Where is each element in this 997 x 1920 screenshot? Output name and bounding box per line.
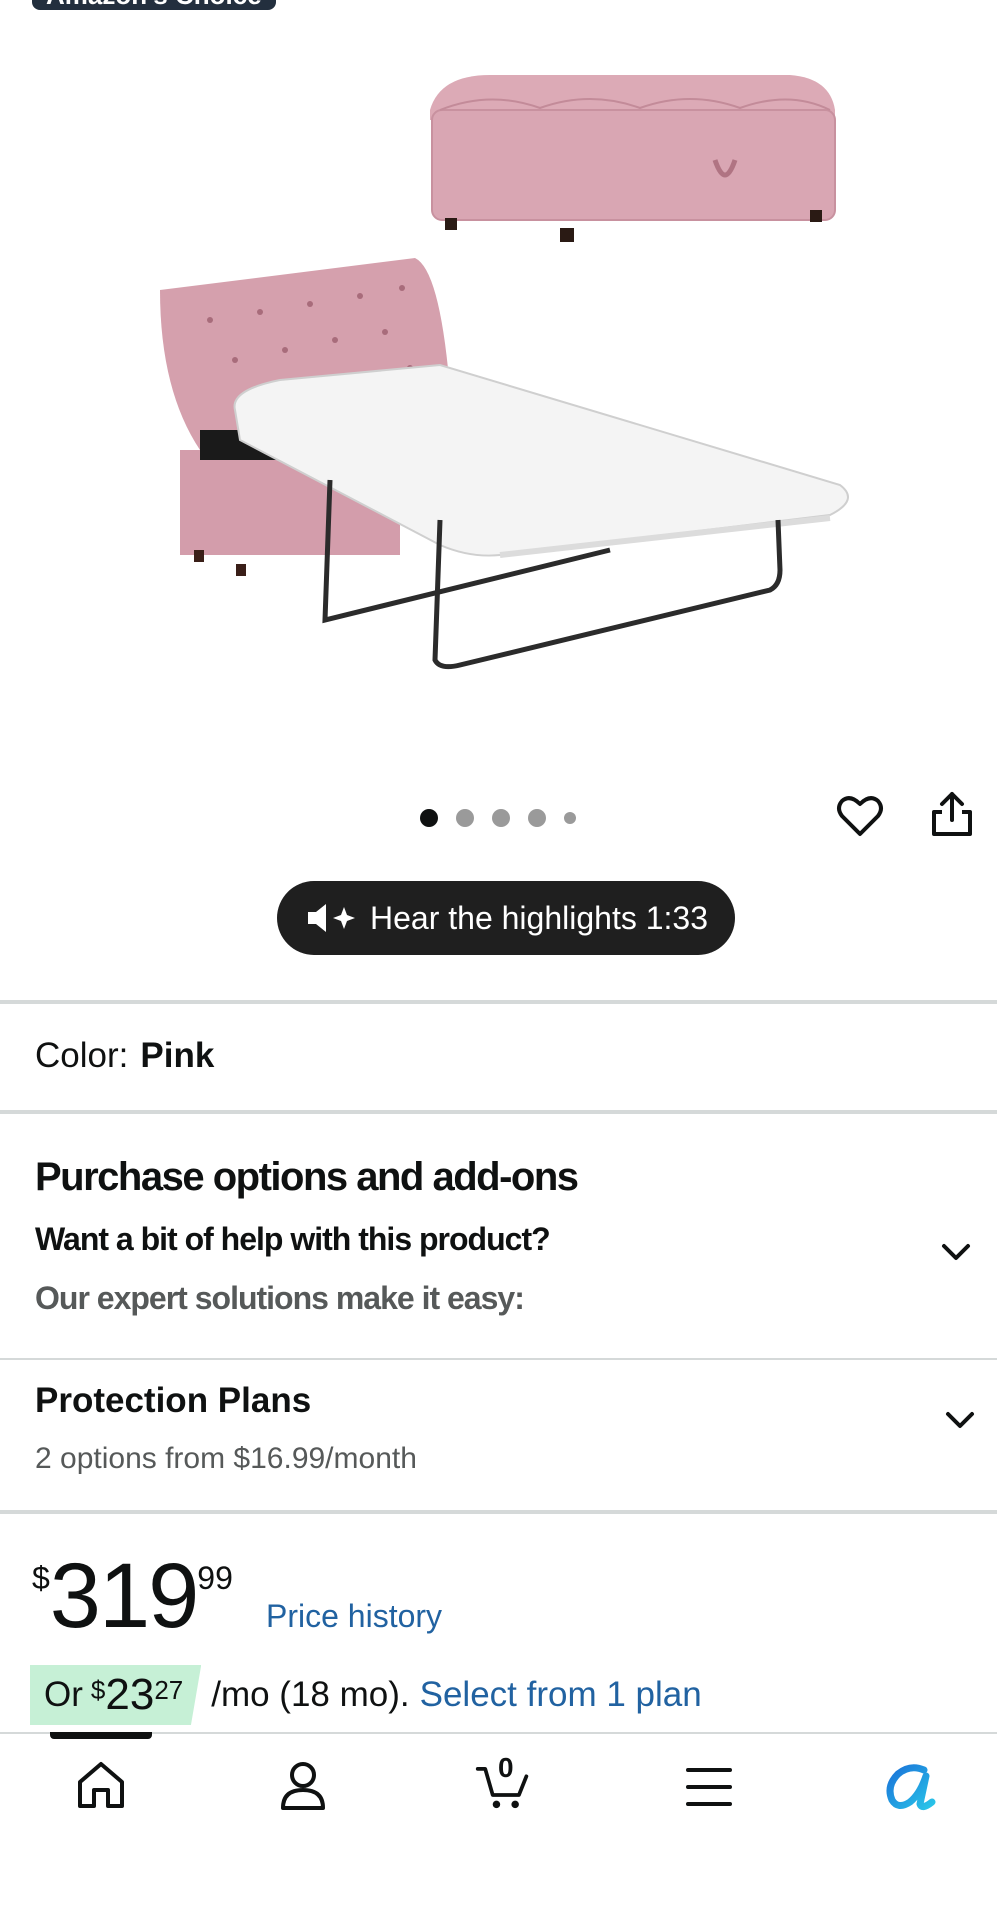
price: $ 319 99	[32, 1550, 233, 1642]
chevron-down-icon[interactable]	[940, 1400, 980, 1440]
rufus-icon[interactable]	[880, 1756, 938, 1814]
amazons-choice-badge: Amazon's Choice	[32, 0, 276, 10]
share-icon[interactable]	[926, 788, 978, 840]
protection-plans-subtitle: 2 options from $16.99/month	[35, 1442, 417, 1475]
expert-line: Our expert solutions make it easy:	[35, 1280, 525, 1316]
select-plan-link[interactable]: Select from 1 plan	[420, 1675, 702, 1715]
section-divider	[0, 1000, 997, 1004]
account-icon[interactable]	[274, 1756, 332, 1814]
menu-icon[interactable]	[680, 1758, 738, 1816]
help-line[interactable]: Want a bit of help with this product?	[35, 1221, 551, 1258]
active-tab-indicator	[50, 1732, 152, 1739]
carousel-dot-5[interactable]	[564, 812, 576, 824]
installment-terms: /mo (18 mo).	[211, 1675, 410, 1714]
sleeper-chair	[160, 258, 849, 670]
hear-highlights-button[interactable]: Hear the highlights 1:33	[277, 881, 735, 955]
heart-icon[interactable]	[834, 790, 886, 842]
price-whole: 319	[49, 1545, 199, 1647]
ottoman-closed	[430, 75, 836, 242]
carousel-dot-4[interactable]	[528, 809, 546, 827]
price-fraction: 99	[197, 1560, 233, 1596]
price-history-link[interactable]: Price history	[266, 1598, 442, 1635]
carousel-dot-1[interactable]	[420, 809, 438, 827]
chevron-down-icon[interactable]	[936, 1232, 976, 1272]
section-divider	[0, 1510, 997, 1514]
installment-row: Or $ 23 27 /mo (18 mo). Select from 1 pl…	[30, 1665, 702, 1725]
purchase-options-title: Purchase options and add-ons	[35, 1155, 579, 1199]
product-image[interactable]	[140, 30, 880, 730]
color-value: Pink	[140, 1036, 215, 1075]
section-divider	[0, 1358, 997, 1360]
installment-badge: Or $ 23 27	[30, 1665, 202, 1725]
installment-prefix: Or	[44, 1675, 83, 1714]
protection-plans-title[interactable]: Protection Plans	[35, 1381, 311, 1421]
speaker-sparkle-icon	[308, 904, 355, 932]
installment-currency-symbol: $	[90, 1675, 106, 1705]
image-carousel-dots[interactable]	[420, 806, 576, 830]
color-label: Color:	[35, 1036, 129, 1075]
color-selector[interactable]: Color: Pink	[35, 1036, 214, 1076]
installment-fraction: 27	[154, 1675, 184, 1705]
hear-highlights-label: Hear the highlights 1:33	[370, 899, 708, 936]
price-currency-symbol: $	[32, 1560, 50, 1596]
installment-whole: 23	[105, 1670, 155, 1719]
section-divider	[0, 1110, 997, 1114]
badge-label: Amazon's Choice	[46, 0, 262, 10]
carousel-dot-2[interactable]	[456, 809, 474, 827]
cart-count-badge: 0	[498, 1752, 514, 1783]
home-icon[interactable]	[72, 1756, 130, 1814]
carousel-dot-3[interactable]	[492, 809, 510, 827]
